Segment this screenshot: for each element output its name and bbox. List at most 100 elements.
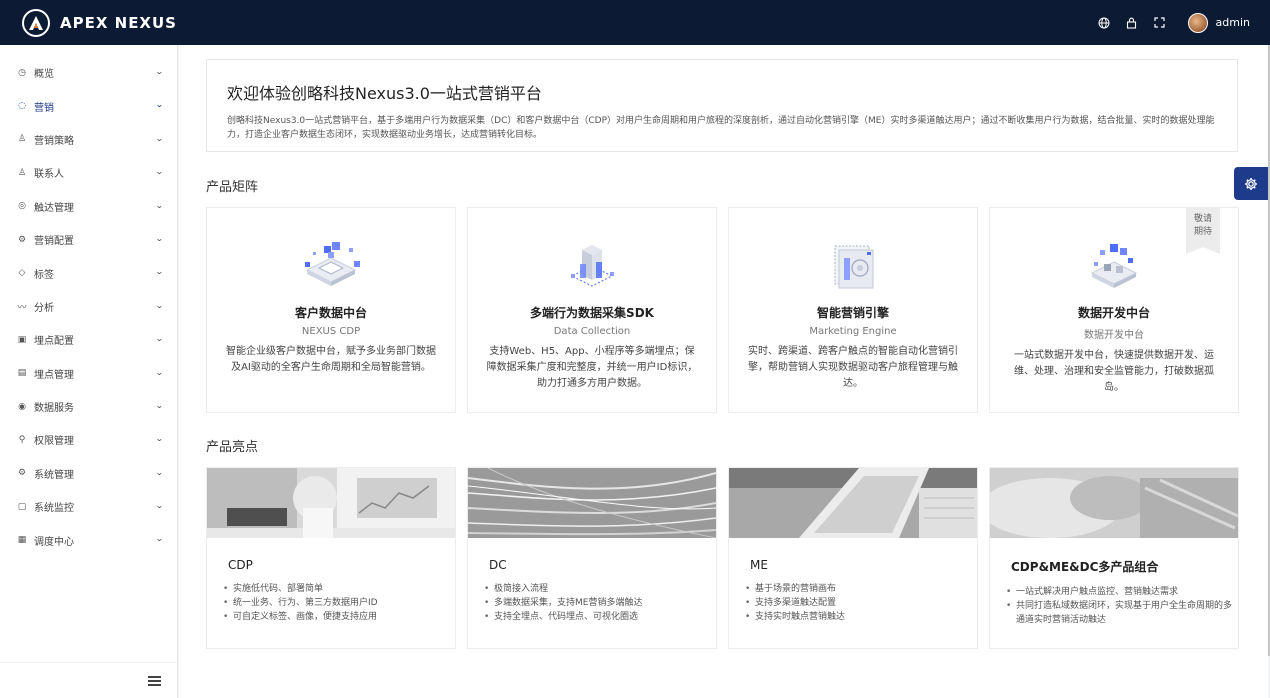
- chevron-down-icon: ⌄: [155, 100, 165, 110]
- permission-icon: ⚲: [18, 434, 26, 445]
- fullscreen-icon[interactable]: [1146, 0, 1174, 45]
- chart-icon: 〰: [17, 302, 27, 313]
- fiber-optic-image: [468, 468, 716, 538]
- sidebar-item-label: 营销配置: [34, 236, 74, 248]
- chevron-down-icon: ⌄: [155, 434, 165, 444]
- products-section-title: 产品矩阵: [206, 180, 259, 195]
- data-dev-illustration-icon: [1074, 236, 1154, 296]
- welcome-description: 创略科技Nexus3.0一站式营销平台，基于多端用户行为数据采集（DC）和客户数…: [227, 116, 1215, 140]
- product-title: 智能营销引擎: [816, 306, 889, 320]
- product-subtitle: Marketing Engine: [809, 326, 897, 337]
- product-card-cdp[interactable]: 客户数据中台 NEXUS CDP 智能企业级客户数据中台，赋予多业务部门数据及A…: [206, 207, 456, 413]
- chevron-down-icon: ⌄: [155, 400, 165, 410]
- top-header: APEX NEXUS admin: [0, 0, 1270, 45]
- highlight-points: 实施低代码、部署简单 统一业务、行为、第三方数据用户ID 可自定义标签、画像，便…: [223, 582, 455, 624]
- sidebar-item[interactable]: ▣ 埋点配置 ⌄: [0, 323, 177, 356]
- username-label[interactable]: admin: [1216, 16, 1250, 29]
- sidebar-item-label: 系统监控: [34, 503, 74, 515]
- chevron-down-icon: ⌄: [155, 167, 165, 177]
- users-icon: ♙: [17, 134, 27, 145]
- tag-icon: ◇: [18, 268, 26, 279]
- highlight-point: 支持实时触点营销触达: [745, 610, 977, 624]
- sdk-illustration-icon: [552, 236, 632, 296]
- chevron-down-icon: ⌄: [155, 367, 165, 377]
- sidebar-item[interactable]: ◇ 标签 ⌄: [0, 256, 177, 289]
- brand-logo[interactable]: APEX NEXUS: [22, 8, 177, 37]
- chevron-down-icon: ⌄: [155, 133, 165, 143]
- highlight-points: 基于场景的营销画布 支持多渠道触达配置 支持实时触点营销触达: [745, 582, 977, 624]
- product-card-sdk[interactable]: 多端行为数据采集SDK Data Collection 支持Web、H5、App…: [467, 207, 717, 413]
- chevron-down-icon: ⌄: [155, 200, 165, 210]
- highlight-card-combo[interactable]: CDP&ME&DC多产品组合 一站式解决用户触点监控、营销触达需求 共同打造私域…: [989, 467, 1239, 649]
- product-description: 智能企业级客户数据中台，赋予多业务部门数据及AI驱动的全客户生命周期和全局智能营…: [226, 346, 436, 373]
- sidebar-item[interactable]: ▤ 埋点管理 ⌄: [0, 357, 177, 390]
- language-globe-icon[interactable]: [1090, 0, 1118, 45]
- welcome-title: 欢迎体验创略科技Nexus3.0一站式营销平台: [227, 84, 542, 103]
- sidebar-item-label: 营销策略: [34, 135, 74, 147]
- chevron-down-icon: ⌄: [155, 233, 165, 243]
- highlight-point: 支持多渠道触达配置: [745, 596, 977, 610]
- contact-icon: ♙: [17, 167, 27, 178]
- highlight-card-cdp[interactable]: CDP 实施低代码、部署简单 统一业务、行为、第三方数据用户ID 可自定义标签、…: [206, 467, 456, 649]
- sidebar-item[interactable]: ⚙ 系统管理 ⌄: [0, 457, 177, 490]
- highlight-title: CDP&ME&DC多产品组合: [1011, 560, 1159, 574]
- sidebar-item[interactable]: 〰分析 ⌄: [0, 290, 177, 323]
- highlight-card-dc[interactable]: DC 极简接入流程 多端数据采集，支持ME营销多端触达 支持全埋点、代码埋点、可…: [467, 467, 717, 649]
- product-card-data-dev[interactable]: 敬请 期待 数据开发中台 数据开发中台 一站式数据开发中台，快速提供数据开发、运维: [989, 207, 1239, 413]
- sidebar-item-label: 触达管理: [34, 202, 74, 214]
- sidebar-footer: [0, 662, 178, 698]
- office-photo-image: [207, 468, 455, 538]
- sidebar-item[interactable]: ◎ 触达管理 ⌄: [0, 190, 177, 223]
- highlight-point: 实施低代码、部署简单: [223, 582, 455, 596]
- highlight-point: 极简接入流程: [484, 582, 716, 596]
- engine-illustration-icon: [813, 236, 893, 296]
- cdp-illustration-icon: [291, 236, 371, 296]
- settings-float-button[interactable]: [1234, 167, 1268, 200]
- highlight-title: DC: [489, 558, 507, 572]
- sidebar-item[interactable]: ◷ 概览 ⌄: [0, 56, 177, 89]
- settings-icon: ⚙: [17, 234, 27, 245]
- sidebar-item-label: 联系人: [34, 169, 64, 181]
- sidebar-item[interactable]: ▦ 调度中心 ⌄: [0, 523, 177, 556]
- refresh-icon: ◌: [18, 101, 26, 112]
- highlight-title: CDP: [228, 558, 253, 572]
- sidebar-item[interactable]: ♙ 联系人 ⌄: [0, 156, 177, 189]
- sidebar-item[interactable]: ▢ 系统监控 ⌄: [0, 490, 177, 523]
- collapse-menu-icon[interactable]: [148, 676, 161, 686]
- sidebar-item[interactable]: ⚲ 权限管理 ⌄: [0, 423, 177, 456]
- schedule-icon: ▦: [17, 535, 27, 546]
- chevron-down-icon: ⌄: [155, 534, 165, 544]
- highlight-points: 一站式解决用户触点监控、营销触达需求 共同打造私域数据闭环，实现基于用户全生命周…: [1006, 585, 1238, 627]
- main-content: 欢迎体验创略科技Nexus3.0一站式营销平台 创略科技Nexus3.0一站式营…: [179, 45, 1268, 698]
- highlight-point: 支持全埋点、代码埋点、可视化圈选: [484, 610, 716, 624]
- tablet-photo-image: [729, 468, 977, 538]
- sidebar-item[interactable]: ◌ 营销 ⌄: [0, 89, 177, 122]
- sidebar-item[interactable]: ⚙ 营销配置 ⌄: [0, 223, 177, 256]
- product-description: 一站式数据开发中台，快速提供数据开发、运维、处理、治理和安全监管能力，打破数据孤…: [1014, 350, 1214, 393]
- sidebar-item[interactable]: ♙ 营销策略 ⌄: [0, 123, 177, 156]
- gear-icon: [1245, 177, 1257, 190]
- product-subtitle: 数据开发中台: [1084, 330, 1144, 341]
- user-avatar[interactable]: [1187, 12, 1208, 33]
- monitor-icon: ▢: [17, 501, 27, 512]
- product-cards: 客户数据中台 NEXUS CDP 智能企业级客户数据中台，赋予多业务部门数据及A…: [206, 207, 1239, 413]
- chevron-down-icon: ⌄: [155, 67, 165, 76]
- highlight-point: 基于场景的营销画布: [745, 582, 977, 596]
- sidebar-item-label: 营销: [34, 102, 54, 114]
- product-subtitle: Data Collection: [553, 326, 631, 337]
- highlight-points: 极简接入流程 多端数据采集，支持ME营销多端触达 支持全埋点、代码埋点、可视化圈…: [484, 582, 716, 624]
- lock-icon[interactable]: [1118, 0, 1146, 45]
- sidebar-item-label: 系统管理: [34, 469, 74, 481]
- sidebar-nav: ◷ 概览 ⌄ ◌ 营销 ⌄ ♙ 营销策略 ⌄ ♙ 联系人 ⌄ ◎ 触达管理 ⌄ ⚙ 营销配置 ⌄ ◇ 标签 ⌄ 〰分析 ⌄ ▣…: [0, 45, 178, 698]
- highlight-point: 一站式解决用户触点监控、营销触达需求: [1006, 585, 1238, 599]
- sidebar-item-label: 调度中心: [34, 536, 74, 548]
- product-card-me[interactable]: 智能营销引擎 Marketing Engine 实时、跨渠道、跨客户触点的智能自…: [728, 207, 978, 413]
- chevron-down-icon: ⌄: [155, 300, 165, 310]
- highlight-title: ME: [750, 558, 768, 572]
- highlight-card-me[interactable]: ME 基于场景的营销画布 支持多渠道触达配置 支持实时触点营销触达: [728, 467, 978, 649]
- sidebar-item[interactable]: ◉ 数据服务 ⌄: [0, 390, 177, 423]
- target-icon: ◎: [18, 201, 26, 212]
- welcome-panel: 欢迎体验创略科技Nexus3.0一站式营销平台 创略科技Nexus3.0一站式营…: [206, 59, 1238, 152]
- sidebar-item-label: 埋点管理: [34, 369, 74, 381]
- product-subtitle: NEXUS CDP: [301, 326, 361, 337]
